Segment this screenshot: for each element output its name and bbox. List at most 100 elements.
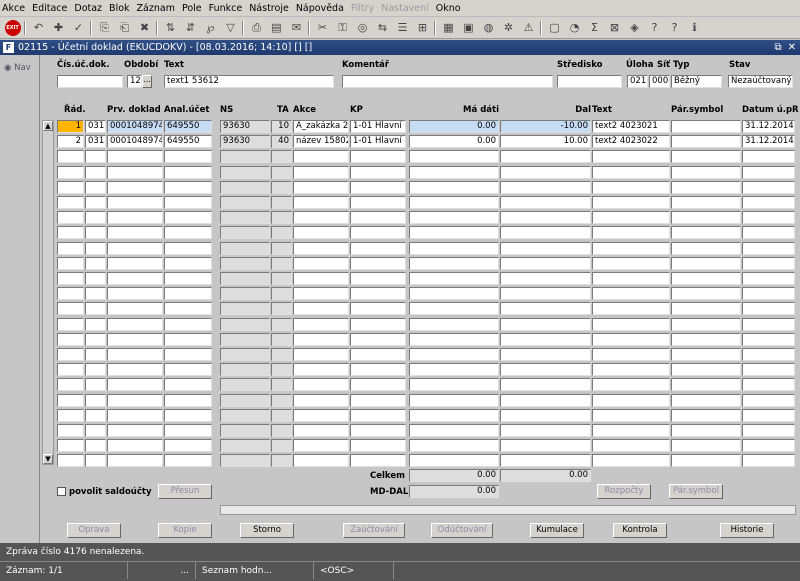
cell-text[interactable]	[592, 332, 670, 346]
cell-mad[interactable]: 0.00	[409, 120, 499, 133]
cell-kp[interactable]	[350, 150, 406, 164]
cell-mad[interactable]	[409, 196, 499, 209]
cell-dal[interactable]	[500, 302, 591, 316]
cell-sub[interactable]	[85, 165, 106, 179]
cell-akce[interactable]	[293, 424, 349, 437]
cell-par[interactable]	[671, 150, 741, 164]
preview-icon[interactable]: ▤	[268, 20, 285, 36]
cell-ns[interactable]	[220, 196, 270, 209]
cell-text[interactable]	[592, 439, 670, 453]
close-icon[interactable]: ✕	[788, 42, 796, 53]
cell-rad[interactable]: 2	[57, 135, 84, 149]
grid-icon[interactable]: ⊞	[414, 20, 431, 36]
cell-kp[interactable]	[350, 302, 406, 316]
help-icon[interactable]: ?	[666, 20, 683, 36]
cell-prv[interactable]	[107, 272, 163, 285]
clock-icon[interactable]: ◔	[566, 20, 583, 36]
cell-ns[interactable]	[220, 393, 270, 407]
cell-mad[interactable]	[409, 272, 499, 285]
cell-rad[interactable]	[57, 302, 84, 316]
cell-mad[interactable]	[409, 393, 499, 407]
cell-prv[interactable]	[107, 256, 163, 270]
cell-anal[interactable]	[164, 439, 212, 453]
menu-item[interactable]: Editace	[32, 3, 67, 14]
cell-datum[interactable]	[742, 241, 795, 255]
cell-kp[interactable]	[350, 287, 406, 301]
copy-icon[interactable]: ⎘	[96, 20, 113, 36]
cell-sub[interactable]	[85, 180, 106, 194]
cell-ta[interactable]	[271, 211, 292, 225]
cell-anal[interactable]	[164, 408, 212, 422]
cell-dal[interactable]	[500, 332, 591, 346]
cell-text[interactable]	[592, 241, 670, 255]
cell-rad[interactable]	[57, 165, 84, 179]
cell-ta[interactable]	[271, 180, 292, 194]
cell-sub[interactable]	[85, 272, 106, 285]
cell-dal[interactable]	[500, 180, 591, 194]
cell-anal[interactable]	[164, 317, 212, 331]
cell-akce[interactable]	[293, 241, 349, 255]
cell-sub[interactable]	[85, 196, 106, 209]
cell-kp[interactable]	[350, 424, 406, 437]
cell-rad[interactable]	[57, 150, 84, 164]
help-context-icon[interactable]: ?	[646, 20, 663, 36]
cell-text[interactable]	[592, 378, 670, 392]
cell-ns[interactable]	[220, 439, 270, 453]
cell-kp[interactable]	[350, 363, 406, 377]
horizontal-scrollbar[interactable]	[220, 505, 796, 515]
cell-mad[interactable]	[409, 332, 499, 346]
cell-ta[interactable]	[271, 272, 292, 285]
cell-ns[interactable]: 93630	[220, 135, 270, 149]
cell-par[interactable]	[671, 302, 741, 316]
cell-prv[interactable]	[107, 287, 163, 301]
cell-ta[interactable]: 10	[271, 120, 292, 133]
cell-akce[interactable]	[293, 211, 349, 225]
lock-icon[interactable]: ⚿	[334, 20, 351, 36]
cell-akce[interactable]: název 15802	[293, 135, 349, 149]
cell-text[interactable]	[592, 317, 670, 331]
sit-field[interactable]: 000	[649, 75, 670, 88]
cell-kp[interactable]	[350, 211, 406, 225]
cell-ns[interactable]	[220, 408, 270, 422]
cell-anal[interactable]	[164, 287, 212, 301]
cell-anal[interactable]	[164, 241, 212, 255]
cell-datum[interactable]	[742, 378, 795, 392]
cell-sub[interactable]: 031	[85, 135, 106, 149]
cell-datum[interactable]	[742, 256, 795, 270]
cell-kp[interactable]	[350, 241, 406, 255]
zauctovani-button[interactable]: Zaúčtování	[343, 523, 405, 538]
binoculars-icon[interactable]: ◎	[354, 20, 371, 36]
cell-ns[interactable]	[220, 211, 270, 225]
cell-datum[interactable]	[742, 302, 795, 316]
cell-akce[interactable]	[293, 439, 349, 453]
menu-item[interactable]: Akce	[2, 3, 25, 14]
cell-text[interactable]	[592, 287, 670, 301]
cell-kp[interactable]	[350, 256, 406, 270]
cell-mad[interactable]	[409, 302, 499, 316]
cell-text[interactable]	[592, 226, 670, 240]
obdobi-lov-button[interactable]: ...	[142, 75, 152, 88]
cell-datum[interactable]	[742, 393, 795, 407]
cell-rad[interactable]	[57, 363, 84, 377]
rozpocty-button[interactable]: Rozpočty	[597, 484, 651, 499]
cell-dal[interactable]	[500, 226, 591, 240]
cell-rad[interactable]	[57, 226, 84, 240]
cell-ta[interactable]	[271, 317, 292, 331]
cell-rad[interactable]	[57, 196, 84, 209]
cell-akce[interactable]	[293, 302, 349, 316]
warning-icon[interactable]: ⚠	[520, 20, 537, 36]
cell-prv[interactable]	[107, 226, 163, 240]
cell-kp[interactable]	[350, 272, 406, 285]
cell-prv[interactable]	[107, 317, 163, 331]
clear-icon[interactable]: ✓	[70, 20, 87, 36]
cell-prv[interactable]: 0001048974	[107, 135, 163, 149]
cell-dal[interactable]	[500, 165, 591, 179]
cell-par[interactable]	[671, 287, 741, 301]
cell-anal[interactable]	[164, 393, 212, 407]
menu-item[interactable]: Nastavení	[381, 3, 429, 14]
cell-mad[interactable]	[409, 150, 499, 164]
cell-datum[interactable]	[742, 332, 795, 346]
cell-mad[interactable]: 0.00	[409, 135, 499, 149]
arrows-icon[interactable]: ⇆	[374, 20, 391, 36]
cell-rad[interactable]: 1	[57, 120, 84, 133]
